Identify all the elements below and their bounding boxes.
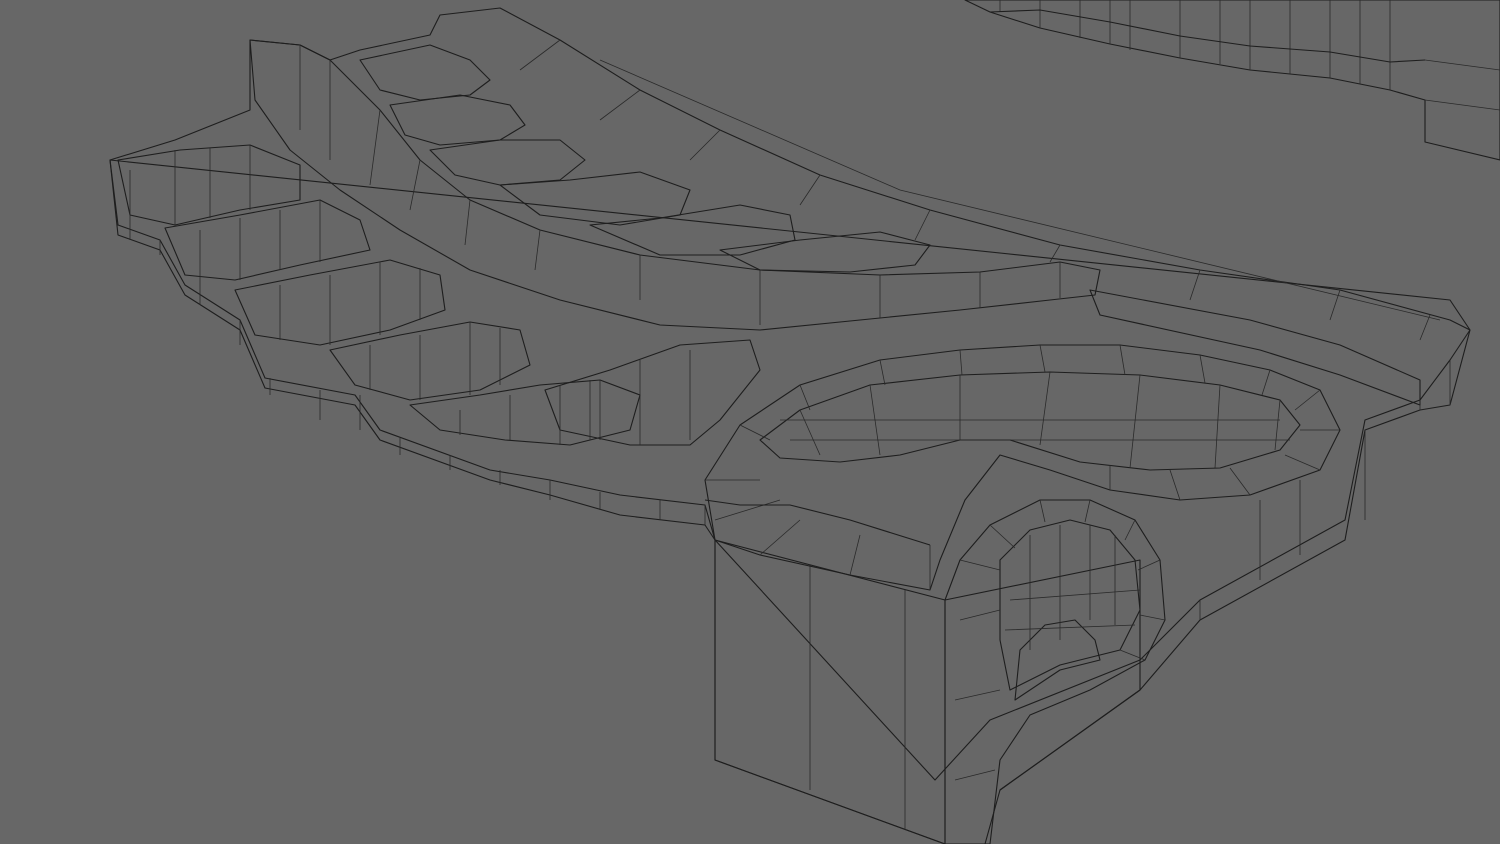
tunnel-arch xyxy=(944,499,1166,844)
secondary-mesh xyxy=(964,0,1500,161)
spiral-ramp xyxy=(704,289,1421,591)
wireframe-render xyxy=(109,0,1500,844)
main-mesh xyxy=(109,7,1471,844)
3d-viewport[interactable] xyxy=(0,0,1500,844)
